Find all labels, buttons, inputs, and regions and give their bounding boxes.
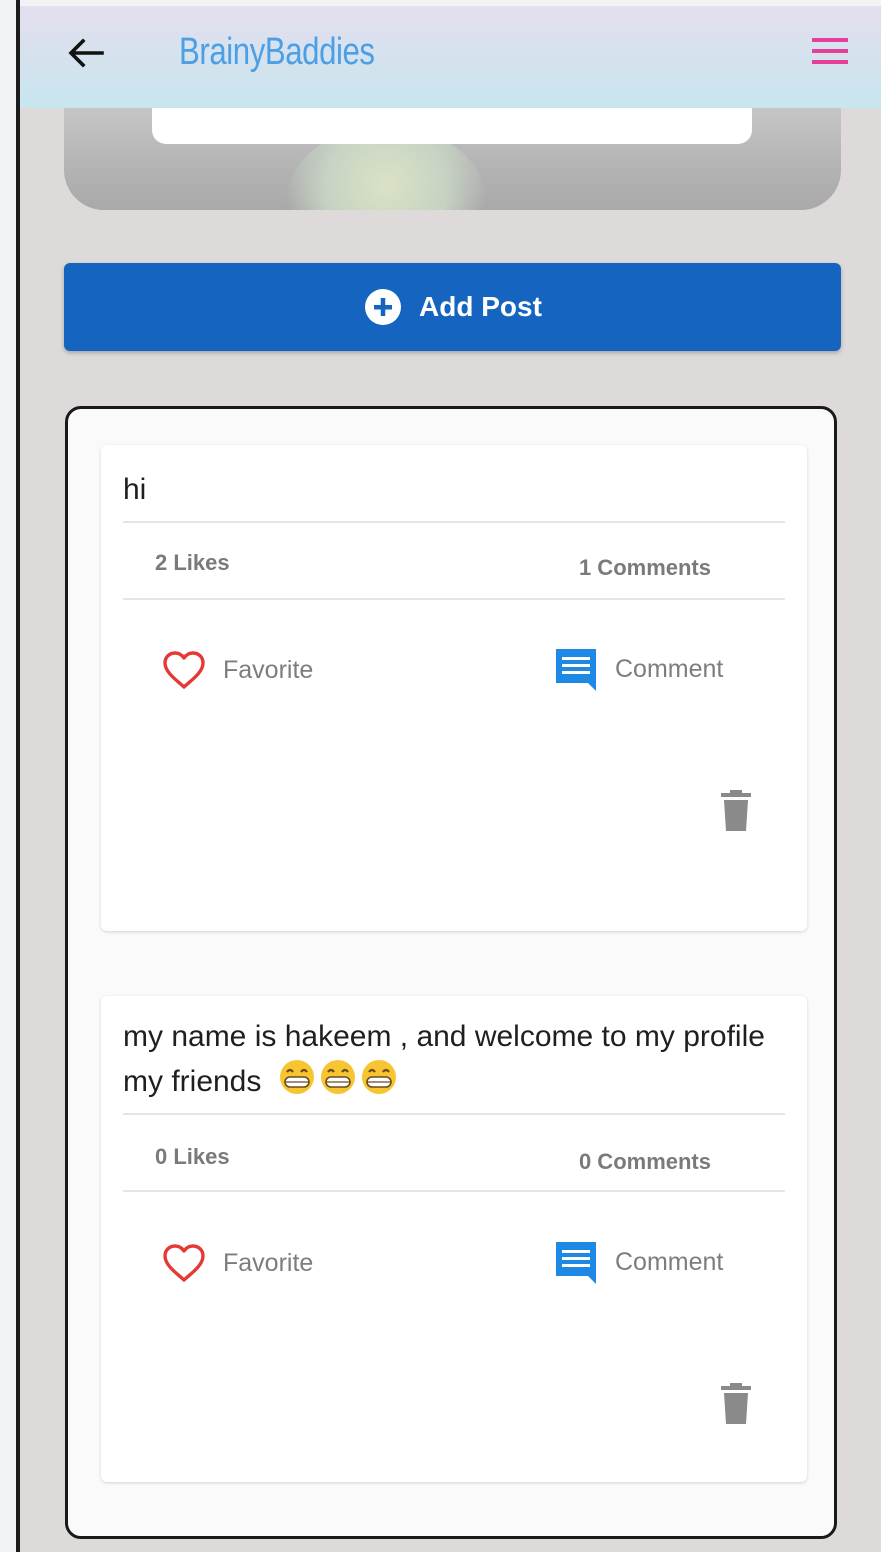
menu-button[interactable] <box>808 32 856 72</box>
trash-icon <box>721 1383 751 1424</box>
favorite-label: Favorite <box>223 655 314 684</box>
app-screen: BrainyBaddies Add Post hi 2 Likes 1 Comm… <box>20 6 881 1552</box>
favorite-label: Favorite <box>223 1248 314 1277</box>
comment-label: Comment <box>615 654 724 683</box>
arrow-left-icon <box>68 38 104 68</box>
post-card: hi 2 Likes 1 Comments Favorite Comment <box>101 445 807 931</box>
post-text: my name is hakeem , and welcome to my pr… <box>123 1016 785 1117</box>
post-divider <box>123 598 785 600</box>
back-button[interactable] <box>62 32 106 76</box>
heart-outline-icon <box>163 651 205 689</box>
post-card: my name is hakeem , and welcome to my pr… <box>101 996 807 1482</box>
post-body: my name is hakeem , and welcome to my pr… <box>123 1020 765 1098</box>
trash-icon <box>721 790 751 831</box>
comment-bubble-icon <box>556 649 596 691</box>
delete-post-button[interactable] <box>718 789 754 833</box>
add-post-label: Add Post <box>419 291 542 322</box>
add-post-button[interactable]: Add Post <box>64 263 841 351</box>
likes-count[interactable]: 0 Likes <box>155 1144 230 1170</box>
post-divider <box>123 1190 785 1192</box>
window-edge <box>0 0 16 1552</box>
heart-outline-icon <box>163 1244 205 1282</box>
comments-count[interactable]: 0 Comments <box>579 1149 711 1175</box>
app-title: BrainyBaddies <box>179 31 375 73</box>
comments-count[interactable]: 1 Comments <box>579 555 711 581</box>
comment-button[interactable]: Comment <box>553 646 723 692</box>
likes-count[interactable]: 2 Likes <box>155 550 230 576</box>
favorite-button[interactable]: Favorite <box>161 1242 313 1284</box>
post-text: hi <box>123 473 147 506</box>
comment-bubble-icon <box>556 1242 596 1284</box>
favorite-button[interactable]: Favorite <box>161 649 313 691</box>
plus-circle-icon <box>365 289 402 325</box>
posts-feed: hi 2 Likes 1 Comments Favorite Comment m… <box>65 406 837 1539</box>
app-bar: BrainyBaddies <box>20 6 881 108</box>
post-divider <box>123 1113 785 1115</box>
delete-post-button[interactable] <box>718 1382 754 1426</box>
hamburger-menu-icon <box>812 38 848 64</box>
emoji-row: 😁😁😁 <box>270 1058 398 1117</box>
post-divider <box>123 521 785 523</box>
comment-label: Comment <box>615 1247 724 1276</box>
grinning-emoji-icon <box>280 1060 397 1094</box>
comment-button[interactable]: Comment <box>553 1239 723 1285</box>
